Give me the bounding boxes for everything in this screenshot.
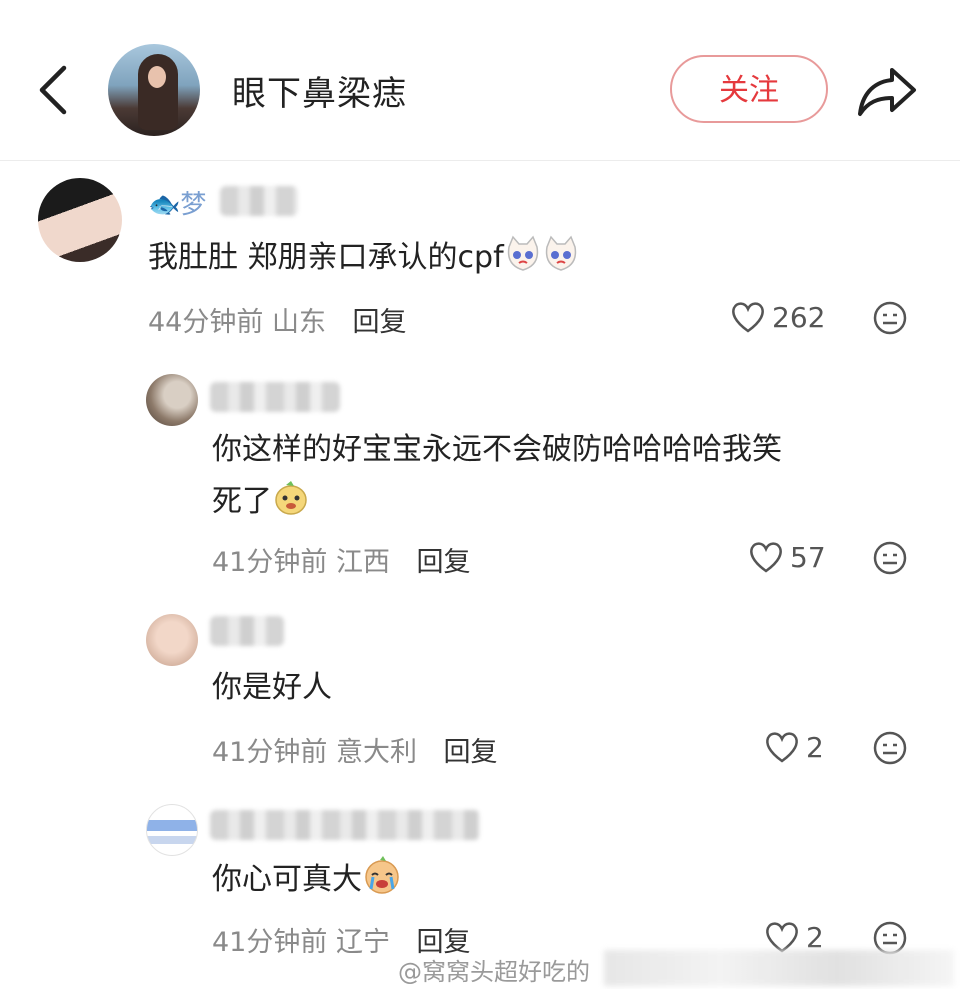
heart-icon xyxy=(766,922,798,953)
commenter-name-redacted xyxy=(220,186,298,216)
comment-meta: 41分钟前 江西 回复 xyxy=(212,540,471,579)
neutral-face-icon xyxy=(873,301,907,335)
commenter-name-redacted xyxy=(210,382,340,412)
commenter-avatar[interactable] xyxy=(146,614,198,666)
like-count: 57 xyxy=(790,540,826,574)
heart-icon xyxy=(732,302,764,333)
neutral-face-icon xyxy=(873,731,907,765)
comment-text: 我肚肚 郑朋亲口承认的cpf xyxy=(148,232,580,290)
reply-button[interactable]: 回复 xyxy=(353,307,407,338)
reply-button[interactable]: 回复 xyxy=(417,547,471,578)
like-button[interactable]: 262 xyxy=(730,300,825,334)
commenter-avatar[interactable] xyxy=(146,374,198,426)
crying-face-emoji xyxy=(362,855,402,912)
comment-text-content: 我肚肚 郑朋亲口承认的cpf xyxy=(148,240,504,275)
like-count: 2 xyxy=(806,730,824,764)
reaction-button[interactable] xyxy=(872,730,908,766)
reaction-button[interactable] xyxy=(872,300,908,336)
follow-button[interactable]: 关注 xyxy=(670,55,828,123)
page-title: 眼下鼻梁痣 xyxy=(232,74,407,114)
reply-button[interactable]: 回复 xyxy=(444,737,498,768)
like-button[interactable]: 2 xyxy=(764,730,824,764)
neutral-face-icon xyxy=(873,541,907,575)
comment-text: 你这样的好宝宝永远不会破防哈哈哈哈我笑 死了 xyxy=(212,424,912,534)
comment-text: 你心可真大 xyxy=(212,854,402,912)
comment-time: 44分钟前 xyxy=(148,307,264,338)
comment-text-content: 你心可真大 xyxy=(212,862,362,897)
like-button[interactable]: 57 xyxy=(748,540,826,574)
share-arrow-icon xyxy=(858,68,916,116)
watermark-redacted xyxy=(604,950,954,986)
crying-cat-emoji xyxy=(504,235,542,290)
top-bar: 眼下鼻梁痣 关注 xyxy=(0,0,960,161)
author-avatar[interactable] xyxy=(108,44,200,136)
like-button[interactable]: 2 xyxy=(764,920,824,954)
comment-text: 你是好人 xyxy=(212,670,332,705)
commenter-avatar[interactable] xyxy=(146,804,198,856)
back-button[interactable] xyxy=(30,60,80,120)
crying-cat-emoji xyxy=(542,235,580,290)
comment-text-line2: 死了 xyxy=(212,484,272,519)
comment-time: 41分钟前 xyxy=(212,737,328,768)
comment-location: 江西 xyxy=(335,547,390,578)
like-count: 262 xyxy=(772,300,826,334)
chevron-left-icon xyxy=(39,65,67,115)
commenter-name-redacted xyxy=(210,616,284,646)
reaction-button[interactable] xyxy=(872,540,908,576)
comment-location: 山东 xyxy=(271,307,326,338)
heart-icon xyxy=(750,542,782,573)
comment-location: 辽宁 xyxy=(335,927,390,958)
comment-time: 41分钟前 xyxy=(212,927,328,958)
commenter-name-redacted xyxy=(210,810,480,840)
share-button[interactable] xyxy=(856,64,918,118)
like-count: 2 xyxy=(806,920,824,954)
comment-location: 意大利 xyxy=(335,737,417,768)
heart-icon xyxy=(766,732,798,763)
watermark: @窝窝头超好吃的 xyxy=(398,958,590,986)
comment-meta: 41分钟前 意大利 回复 xyxy=(212,730,498,769)
comment-meta: 44分钟前 山东 回复 xyxy=(148,300,407,339)
commenter-avatar[interactable] xyxy=(38,178,122,262)
grinning-dog-emoji xyxy=(272,479,310,534)
comment-text-line1: 你这样的好宝宝永远不会破防哈哈哈哈我笑 xyxy=(212,432,782,467)
commenter-name-prefix: 🐟梦 xyxy=(148,190,207,220)
comment-time: 41分钟前 xyxy=(212,547,328,578)
